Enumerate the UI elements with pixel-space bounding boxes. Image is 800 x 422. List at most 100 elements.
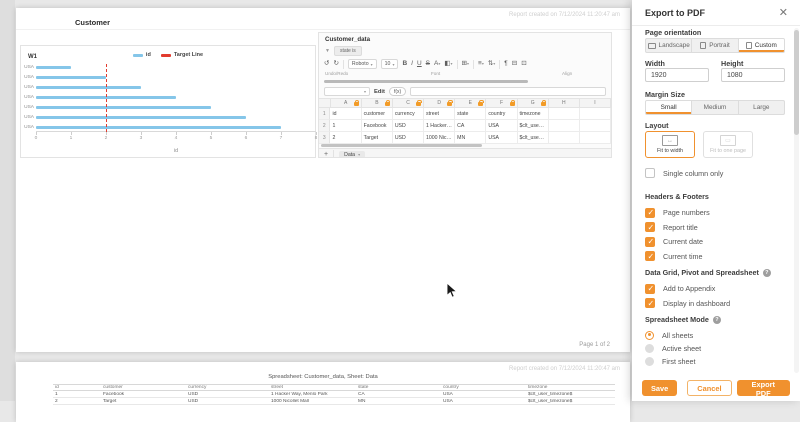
grid-cell[interactable]: MN bbox=[455, 132, 487, 144]
checkbox-row-display-in-dashboard[interactable]: Display in dashboard bbox=[645, 296, 785, 311]
fit-to-one-page-card[interactable]: ▭ Fit to one page bbox=[703, 131, 753, 158]
checkbox-current-time[interactable] bbox=[645, 251, 655, 262]
grid-row-number[interactable]: 1 bbox=[319, 108, 331, 120]
legend-item-target-line[interactable]: Target Line bbox=[160, 52, 203, 58]
name-box[interactable]: ▾ bbox=[324, 87, 370, 96]
save-button[interactable]: Save bbox=[642, 380, 678, 396]
grid-cell[interactable]: 1 bbox=[330, 120, 362, 132]
option-large[interactable]: Large bbox=[737, 101, 784, 114]
cancel-button[interactable]: Cancel bbox=[687, 380, 732, 396]
checkbox-row-page-numbers[interactable]: Page numbers bbox=[645, 206, 785, 221]
bold-button[interactable]: B bbox=[402, 60, 407, 68]
italic-button[interactable]: I bbox=[411, 60, 413, 68]
horizontal-align-button[interactable]: ≡ ▾ bbox=[478, 60, 484, 68]
grid-cell[interactable]: timezone bbox=[517, 108, 549, 120]
vertical-align-button[interactable]: ⇅ ▾ bbox=[488, 60, 495, 68]
radio-active-sheet[interactable] bbox=[645, 343, 654, 353]
grid-column-header-i[interactable]: I bbox=[579, 99, 611, 108]
radio-first-sheet[interactable] bbox=[645, 356, 654, 366]
font-family-select[interactable]: Roboto ▾ bbox=[347, 59, 377, 69]
chart-widget[interactable]: W1 id Target Line USA USA USA USA USA USA USA 0 1… bbox=[20, 45, 317, 158]
grid-cell[interactable]: country bbox=[486, 108, 518, 120]
checkbox-display-in-dashboard[interactable] bbox=[645, 298, 655, 309]
grid-cell[interactable]: USD bbox=[392, 120, 424, 132]
grid-cell[interactable]: USA bbox=[486, 120, 518, 132]
close-icon[interactable]: ✕ bbox=[779, 7, 788, 18]
grid-row-number[interactable]: 2 bbox=[319, 120, 331, 132]
bar[interactable] bbox=[36, 126, 281, 129]
bar[interactable] bbox=[36, 116, 246, 119]
fill-color-button[interactable]: ◧ ▾ bbox=[444, 60, 452, 68]
grid-cell[interactable]: street bbox=[423, 108, 456, 120]
checkbox-add-to-appendix[interactable] bbox=[645, 283, 655, 294]
borders-button[interactable]: ⊞ ▾ bbox=[462, 60, 469, 68]
option-landscape[interactable]: Landscape bbox=[646, 39, 691, 52]
grid-select-all[interactable] bbox=[319, 99, 331, 108]
bar[interactable] bbox=[36, 76, 106, 79]
grid-cell[interactable] bbox=[548, 120, 580, 132]
grid-column-header-b[interactable]: B bbox=[361, 99, 393, 108]
grid-cell[interactable]: 2 bbox=[330, 132, 362, 144]
format-button[interactable]: ⊡ bbox=[521, 60, 526, 68]
option-medium[interactable]: Medium bbox=[691, 101, 737, 114]
grid-column-header-h[interactable]: H bbox=[548, 99, 580, 108]
spreadsheet-widget[interactable]: Customer_data ▼ state is ↺ ↻ Roboto ▾ 10 ▾ B I U… bbox=[318, 32, 612, 158]
grid-cell[interactable]: USA bbox=[486, 132, 518, 144]
radio-row-active-sheet[interactable]: Active sheet bbox=[645, 342, 785, 355]
grid-cell[interactable] bbox=[548, 132, 580, 144]
grid-row-number[interactable]: 3 bbox=[319, 132, 331, 144]
formula-input[interactable] bbox=[410, 87, 606, 96]
checkbox-row-add-to-appendix[interactable]: Add to Appendix bbox=[645, 282, 785, 297]
filter-icon[interactable]: ▼ bbox=[325, 48, 330, 54]
grid-cell[interactable]: id bbox=[330, 108, 362, 120]
option-small[interactable]: Small bbox=[646, 101, 692, 114]
grid-cell[interactable] bbox=[579, 132, 611, 144]
option-custom[interactable]: Custom bbox=[737, 39, 784, 52]
radio-row-first-sheet[interactable]: First sheet bbox=[645, 355, 785, 368]
bar[interactable] bbox=[36, 86, 141, 89]
undo-icon[interactable]: ↺ bbox=[324, 60, 329, 68]
add-sheet-button[interactable]: + bbox=[324, 151, 328, 158]
grid-column-header-d[interactable]: D bbox=[424, 99, 456, 108]
font-size-select[interactable]: 10 ▾ bbox=[380, 59, 399, 69]
bar[interactable] bbox=[36, 106, 211, 109]
grid-cell[interactable]: Facebook bbox=[361, 120, 393, 132]
width-input[interactable] bbox=[645, 68, 709, 82]
sheet-tab-data[interactable]: Data ▾ bbox=[339, 150, 366, 157]
bar[interactable] bbox=[36, 66, 71, 69]
toolbar-scrollbar[interactable] bbox=[324, 80, 529, 83]
grid-cell[interactable] bbox=[548, 108, 580, 120]
legend-item-id[interactable]: id bbox=[132, 52, 151, 58]
underline-button[interactable]: U bbox=[417, 60, 422, 68]
font-color-button[interactable]: A ▾ bbox=[434, 60, 440, 68]
grid-cell[interactable]: 1000 Nicollet Mall bbox=[423, 132, 456, 144]
grid-cell[interactable]: customer bbox=[361, 108, 393, 120]
checkbox-page-numbers[interactable] bbox=[645, 207, 655, 218]
grid-cell[interactable]: currency bbox=[392, 108, 424, 120]
radio-row-all-sheets[interactable]: All sheets bbox=[645, 329, 785, 342]
checkbox-row-report-title[interactable]: Report title bbox=[645, 220, 785, 235]
grid-cell[interactable] bbox=[579, 120, 611, 132]
grid-cell[interactable]: state bbox=[455, 108, 487, 120]
option-portrait[interactable]: Portrait bbox=[691, 39, 737, 52]
panel-scrollbar-thumb[interactable] bbox=[794, 30, 799, 135]
grid-cell[interactable]: $clt_user_timezone$ bbox=[517, 132, 549, 144]
help-icon[interactable]: ? bbox=[762, 268, 771, 277]
help-icon[interactable]: ? bbox=[712, 315, 721, 324]
grid-cell[interactable]: Target bbox=[361, 132, 393, 144]
single-column-checkbox-row[interactable]: Single column only bbox=[645, 166, 785, 181]
merge-cells-button[interactable]: ⊟ bbox=[512, 60, 517, 68]
grid-cell[interactable]: $clt_user_timezone$ bbox=[517, 120, 549, 132]
single-column-checkbox[interactable] bbox=[645, 168, 655, 179]
grid-column-header-a[interactable]: A bbox=[330, 99, 362, 108]
grid-column-header-e[interactable]: E bbox=[455, 99, 487, 108]
checkbox-row-current-date[interactable]: Current date bbox=[645, 235, 785, 250]
wrap-text-button[interactable]: ¶ bbox=[504, 60, 508, 68]
fit-to-width-card[interactable]: ↔ Fit to width bbox=[645, 131, 695, 158]
fx-button[interactable]: f(x) bbox=[388, 87, 407, 96]
grid-column-header-f[interactable]: F bbox=[486, 99, 518, 108]
edit-mode-label[interactable]: Edit bbox=[374, 89, 385, 95]
checkbox-row-current-time[interactable]: Current time bbox=[645, 249, 785, 264]
grid-column-header-g[interactable]: G bbox=[517, 99, 549, 108]
radio-all-sheets[interactable] bbox=[645, 330, 654, 340]
